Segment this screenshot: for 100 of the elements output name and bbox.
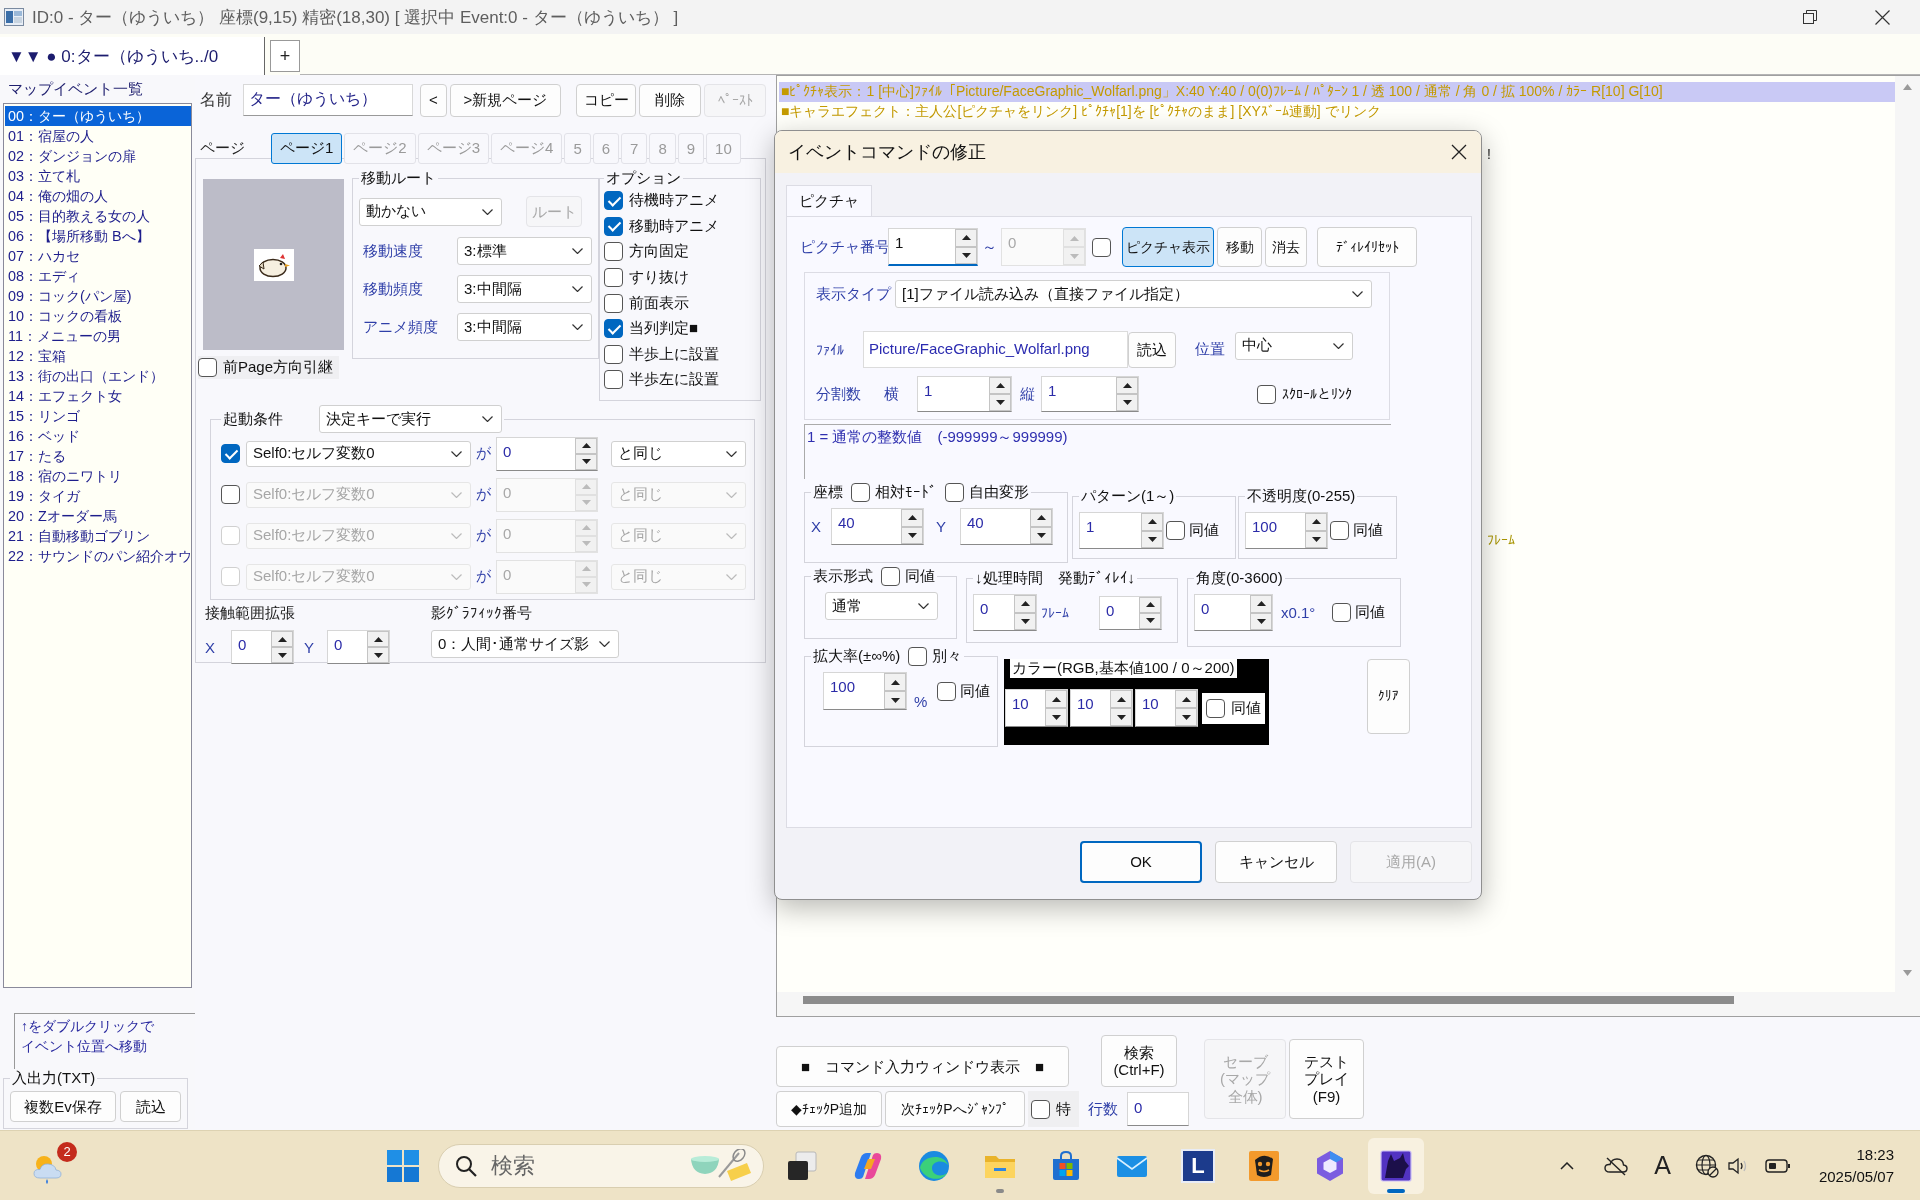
list-item[interactable]: 03：立て札 xyxy=(5,166,191,186)
spin-up-button[interactable] xyxy=(901,509,923,527)
list-item[interactable]: 00：ター（ゆういち） xyxy=(5,106,191,126)
close-icon[interactable] xyxy=(1451,144,1467,160)
number-field[interactable]: 1 xyxy=(888,228,978,266)
list-item[interactable]: 08：エディ xyxy=(5,266,191,286)
checkbox[interactable] xyxy=(604,319,623,339)
spin-up-button[interactable] xyxy=(1110,690,1132,708)
number-field[interactable]: 0 xyxy=(1194,594,1273,631)
list-item[interactable]: 04：俺の畑の人 xyxy=(5,186,191,206)
number-field[interactable]: 1 xyxy=(1079,512,1164,549)
checkbox[interactable] xyxy=(1330,521,1349,540)
list-item[interactable]: 05：目的教える女の人 xyxy=(5,206,191,226)
spin-up-button[interactable] xyxy=(989,377,1011,394)
clock-time[interactable]: 18:23 xyxy=(1818,1143,1894,1166)
spin-up-button[interactable] xyxy=(1045,690,1067,708)
line-count-field[interactable]: 0 xyxy=(1127,1092,1189,1126)
list-item[interactable]: 15：リンゴ xyxy=(5,406,191,426)
checkbox[interactable] xyxy=(851,483,870,502)
dropdown[interactable]: [1]ファイル読み込み（直接ファイル指定） xyxy=(895,280,1372,308)
list-item[interactable]: 16：ベッド xyxy=(5,426,191,446)
checkbox[interactable] xyxy=(604,191,623,211)
spin-down-button[interactable] xyxy=(367,647,389,663)
start-icon[interactable] xyxy=(386,1148,420,1183)
event-tab[interactable]: ▼▼ ● 0:ター（ゆういち../0 xyxy=(0,37,265,75)
taskbar-button[interactable]: L xyxy=(1170,1137,1226,1194)
chevron-up-icon[interactable] xyxy=(1560,1161,1575,1170)
checkbox[interactable] xyxy=(198,358,217,377)
horizontal-scrollbar[interactable] xyxy=(777,992,1895,1016)
add-tab-button[interactable]: + xyxy=(270,40,300,72)
number-field[interactable]: 0 xyxy=(327,630,390,664)
page-button[interactable]: < xyxy=(420,83,447,117)
next-checkpoint-button[interactable]: 次ﾁｪｯｸPへｼﾞｬﾝﾌﾟ xyxy=(885,1091,1025,1127)
restore-icon[interactable] xyxy=(1803,10,1817,24)
checkbox[interactable] xyxy=(604,216,623,236)
checkbox[interactable] xyxy=(604,293,623,313)
list-item[interactable]: 22：サウンドのパン紹介オウ xyxy=(5,546,191,566)
search-bar[interactable]: 検索 xyxy=(438,1143,764,1188)
taskbar-button[interactable] xyxy=(1368,1137,1424,1194)
list-item[interactable]: 17：たる xyxy=(5,446,191,466)
spin-down-button[interactable] xyxy=(271,647,293,663)
list-item[interactable]: 14：エフェクト女 xyxy=(5,386,191,406)
dialog-button[interactable]: キャンセル xyxy=(1215,841,1337,883)
page-button[interactable]: >新規ページ xyxy=(450,83,561,117)
search-button[interactable]: 検索(Ctrl+F) xyxy=(1101,1035,1177,1087)
list-item[interactable]: 06：【場所移動 Bへ】 xyxy=(5,226,191,246)
battery-icon[interactable] xyxy=(1764,1158,1791,1173)
dropdown[interactable]: 3:中間隔 xyxy=(457,275,592,303)
checkbox[interactable] xyxy=(881,567,900,586)
checkbox[interactable] xyxy=(604,344,623,364)
spin-up-button[interactable] xyxy=(1175,690,1197,708)
number-field[interactable]: 100 xyxy=(1245,512,1328,549)
list-item[interactable]: 11：メニューの男 xyxy=(5,326,191,346)
close-icon[interactable] xyxy=(1875,9,1890,25)
panel-button[interactable]: 読込 xyxy=(120,1091,181,1122)
spin-down-button[interactable] xyxy=(1175,708,1197,726)
spin-down-button[interactable] xyxy=(884,691,906,709)
list-item[interactable]: 01：宿屋の人 xyxy=(5,126,191,146)
clear-button[interactable]: ｸﾘｱ xyxy=(1367,659,1410,734)
spin-up-button[interactable] xyxy=(1116,377,1138,394)
spin-up-button[interactable] xyxy=(367,631,389,647)
checkbox[interactable] xyxy=(1332,603,1351,622)
checkbox[interactable] xyxy=(1031,1099,1050,1119)
checkbox[interactable] xyxy=(1166,521,1185,540)
spin-up-button[interactable] xyxy=(271,631,293,647)
spin-up-button[interactable] xyxy=(1141,513,1163,531)
delay-reset-button[interactable]: ﾃﾞｨﾚｲﾘｾｯﾄ xyxy=(1317,227,1417,267)
spin-up-button[interactable] xyxy=(1014,595,1036,613)
spin-down-button[interactable] xyxy=(1045,708,1067,726)
test-play-button[interactable]: テストプレイ(F9) xyxy=(1289,1039,1364,1119)
checkbox[interactable] xyxy=(1257,384,1276,404)
name-field[interactable]: ター（ゆういち） xyxy=(243,84,413,116)
dropdown[interactable]: 通常 xyxy=(825,592,938,620)
checkbox[interactable] xyxy=(1092,237,1111,257)
spin-up-button[interactable] xyxy=(1305,513,1327,531)
mode-button[interactable]: 移動 xyxy=(1217,227,1262,267)
page-button[interactable]: コピー xyxy=(576,83,636,117)
search-field[interactable]: 検索 xyxy=(489,1151,689,1180)
clock-date[interactable]: 2025/05/07 xyxy=(1818,1165,1894,1188)
dropdown[interactable]: 動かない xyxy=(359,197,502,226)
list-item[interactable]: 12：宝箱 xyxy=(5,346,191,366)
spin-up-button[interactable] xyxy=(955,229,977,247)
list-item[interactable]: 09：コック(パン屋) xyxy=(5,286,191,306)
number-field[interactable]: 40 xyxy=(960,508,1053,545)
list-item[interactable]: 20：Zオーダー馬 xyxy=(5,506,191,526)
spin-up-button[interactable] xyxy=(575,437,597,454)
command-window-button[interactable]: ■ コマンド入力ウィンドウ表示 ■ xyxy=(776,1046,1069,1087)
page-tab[interactable]: ページ1 xyxy=(271,133,343,164)
list-item[interactable]: 02：ダンジョンの扉 xyxy=(5,146,191,166)
input-mode-indicator[interactable]: A xyxy=(1654,1151,1671,1180)
number-field[interactable]: 10 xyxy=(1005,689,1068,727)
add-checkpoint-button[interactable]: ◆ﾁｪｯｸP追加 xyxy=(776,1091,882,1127)
list-item[interactable]: 10：コックの看板 xyxy=(5,306,191,326)
scroll-down-icon[interactable] xyxy=(1903,970,1912,976)
number-field[interactable]: 0 xyxy=(496,436,598,471)
checkbox[interactable] xyxy=(221,444,240,463)
checkbox[interactable] xyxy=(937,681,956,701)
checkbox[interactable] xyxy=(1206,698,1225,718)
checkbox[interactable] xyxy=(908,647,928,666)
dropdown[interactable]: 3:標準 xyxy=(457,237,592,265)
